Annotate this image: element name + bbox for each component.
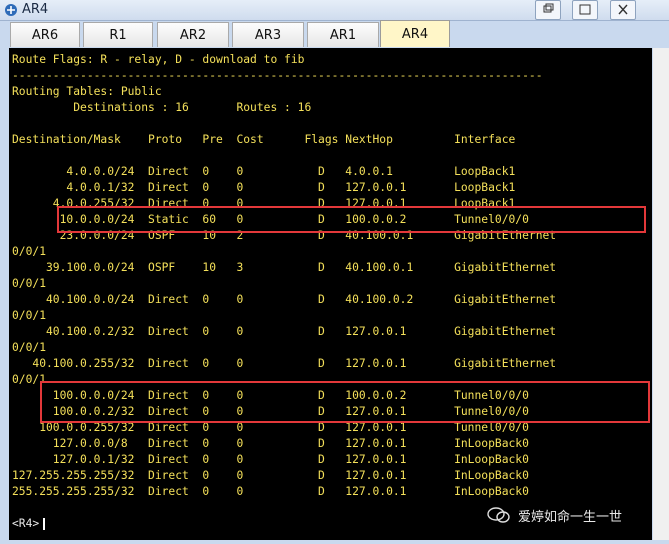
terminal-console[interactable]: Route Flags: R - relay, D - download to … — [9, 48, 652, 540]
route-row: 255.255.255.255/32 Direct 0 0 D 127.0.0.… — [12, 485, 529, 498]
close-button[interactable] — [610, 0, 636, 20]
restore-button[interactable] — [535, 0, 561, 20]
route-row: 40.100.0.0/24 Direct 0 0 D 40.100.0.2 Gi… — [12, 293, 557, 306]
route-row-wrap: 0/0/1 — [12, 309, 47, 322]
tab-ar1[interactable]: AR1 — [307, 22, 379, 47]
route-row-wrap: 0/0/1 — [12, 277, 47, 290]
route-row: 127.0.0.1/32 Direct 0 0 D 127.0.0.1 InLo… — [12, 453, 529, 466]
restore-icon — [543, 3, 554, 13]
route-row: 40.100.0.2/32 Direct 0 0 D 127.0.0.1 Gig… — [12, 325, 557, 338]
route-row: 40.100.0.255/32 Direct 0 0 D 127.0.0.1 G… — [12, 357, 557, 370]
route-row: 4.0.0.0/24 Direct 0 0 D 4.0.0.1 LoopBack… — [12, 165, 516, 178]
window-title: AR4 — [22, 2, 49, 17]
tab-r1[interactable]: R1 — [83, 22, 153, 47]
terminal-line: ----------------------------------------… — [12, 69, 543, 82]
terminal-line: Destinations : 16 Routes : 16 — [12, 101, 312, 114]
tab-ar6[interactable]: AR6 — [10, 22, 80, 47]
title-bar: AR4 — [0, 0, 669, 21]
route-row: 39.100.0.0/24 OSPF 10 3 D 40.100.0.1 Gig… — [12, 261, 557, 274]
terminal-line: Routing Tables: Public — [12, 85, 162, 98]
maximize-icon — [579, 4, 591, 15]
route-row-wrap: 0/0/1 — [12, 245, 47, 258]
tab-ar2[interactable]: AR2 — [157, 22, 229, 47]
wechat-logo-icon — [487, 507, 510, 523]
table-header: Destination/Mask Proto Pre Cost Flags Ne… — [12, 133, 516, 146]
app-icon — [5, 4, 17, 16]
app-window: AR4 AR6 R1 AR2 AR3 AR1 AR4 Route Flags: … — [0, 0, 669, 544]
tab-ar4[interactable]: AR4 — [380, 20, 450, 47]
text-cursor — [43, 518, 45, 530]
tab-ar3[interactable]: AR3 — [232, 22, 304, 47]
highlight-tunnel-routes — [40, 381, 650, 423]
watermark-text: 爱婷如命一生一世 — [518, 510, 623, 525]
route-row: 4.0.0.1/32 Direct 0 0 D 127.0.0.1 LoopBa… — [12, 181, 516, 194]
route-row-wrap: 0/0/1 — [12, 341, 47, 354]
close-icon — [618, 4, 628, 15]
terminal-line: Route Flags: R - relay, D - download to … — [12, 53, 305, 66]
route-row: 127.0.0.0/8 Direct 0 0 D 127.0.0.1 InLoo… — [12, 437, 529, 450]
vertical-scrollbar[interactable] — [653, 48, 669, 540]
highlight-static-route — [57, 206, 646, 233]
command-prompt[interactable]: <R4> — [12, 516, 39, 532]
maximize-button[interactable] — [572, 0, 598, 20]
route-row: 127.255.255.255/32 Direct 0 0 D 127.0.0.… — [12, 469, 529, 482]
